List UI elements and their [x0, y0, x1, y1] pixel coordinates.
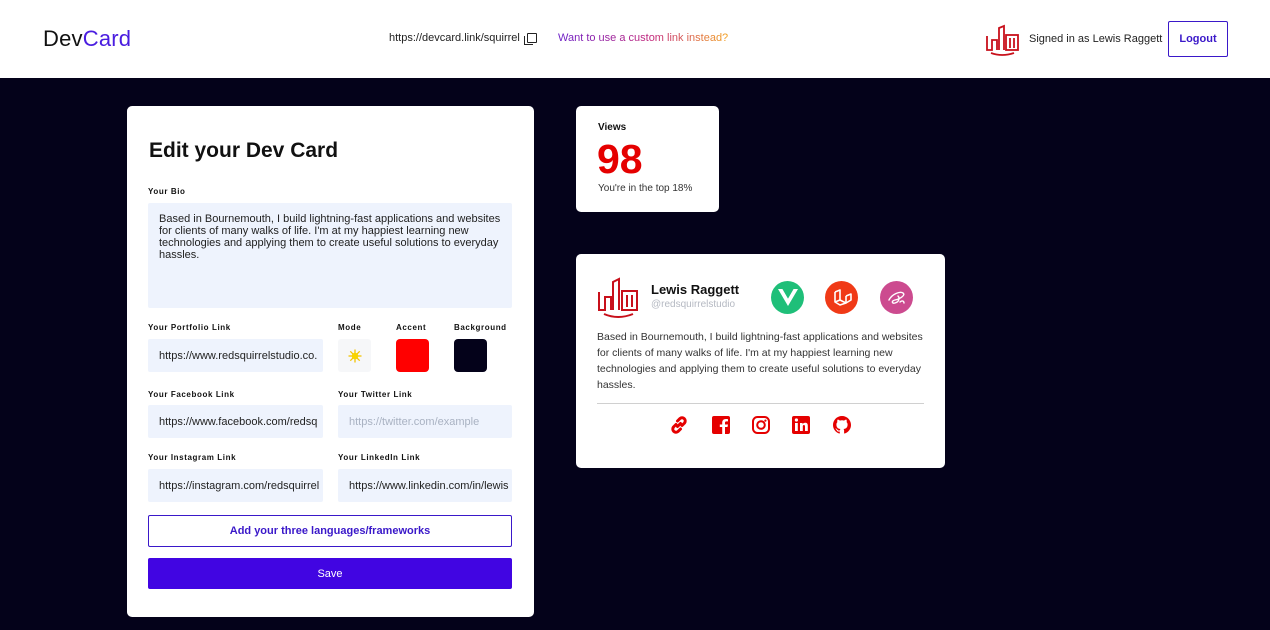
save-button[interactable]: Save: [148, 558, 512, 589]
linkedin-input[interactable]: https://www.linkedin.com/in/lewis: [338, 469, 512, 502]
vue-icon: [771, 281, 804, 314]
views-rank-text: You're in the top 18%: [598, 183, 693, 194]
preview-name: Lewis Raggett: [651, 282, 740, 297]
facebook-icon[interactable]: [710, 414, 732, 436]
laravel-icon: [825, 281, 858, 314]
facebook-input[interactable]: https://www.facebook.com/redsq: [148, 405, 323, 438]
portfolio-label: Your Portfolio Link: [148, 323, 231, 332]
facebook-label: Your Facebook Link: [148, 390, 235, 399]
card-link-display[interactable]: https://devcard.link/squirrel: [389, 32, 537, 45]
background-color-swatch[interactable]: [454, 339, 487, 372]
accent-color-swatch[interactable]: [396, 339, 429, 372]
twitter-input[interactable]: https://twitter.com/example: [338, 405, 512, 438]
logout-button[interactable]: Logout: [1168, 21, 1228, 57]
portfolio-input[interactable]: https://www.redsquirrelstudio.co.: [148, 339, 323, 372]
link-icon[interactable]: [668, 414, 690, 436]
preview-handle: @redsquirrelstudio: [651, 299, 736, 310]
mode-toggle[interactable]: [338, 339, 371, 372]
background-label: Background: [454, 323, 507, 332]
devcard-logo[interactable]: DevCard: [43, 26, 131, 52]
views-count: 98: [597, 136, 643, 182]
dev-card-preview: Lewis Raggett @redsquirrelstudio Based i…: [576, 254, 945, 468]
logo-card-text: Card: [82, 26, 132, 51]
accent-label: Accent: [396, 323, 427, 332]
top-navbar: DevCard https://devcard.link/squirrel Wa…: [0, 0, 1270, 78]
add-languages-button[interactable]: Add your three languages/frameworks: [148, 515, 512, 547]
sun-icon: [348, 349, 361, 362]
bio-label: Your Bio: [148, 187, 186, 196]
edit-card-panel: Edit your Dev Card Your Bio Based in Bou…: [127, 106, 534, 617]
instagram-input[interactable]: https://instagram.com/redsquirrel: [148, 469, 323, 502]
views-card: Views 98 You're in the top 18%: [576, 106, 719, 212]
preview-divider: [597, 403, 924, 404]
custom-link-prompt[interactable]: Want to use a custom link instead?: [558, 32, 728, 44]
sass-icon: [880, 281, 913, 314]
preview-avatar-icon: [598, 277, 638, 318]
github-icon[interactable]: [831, 414, 853, 436]
instagram-icon[interactable]: [750, 414, 772, 436]
logo-dev-text: Dev: [43, 26, 83, 51]
user-avatar-icon: [986, 24, 1019, 56]
copy-icon[interactable]: [523, 32, 537, 45]
signed-in-text: Signed in as Lewis Raggett: [1029, 33, 1163, 45]
linkedin-label: Your LinkedIn Link: [338, 453, 421, 462]
views-label: Views: [598, 122, 627, 133]
edit-title: Edit your Dev Card: [149, 139, 339, 162]
mode-label: Mode: [338, 323, 362, 332]
bio-textarea[interactable]: Based in Bournemouth, I build lightning-…: [148, 203, 512, 308]
card-link-text: https://devcard.link/squirrel: [389, 32, 520, 44]
instagram-label: Your Instagram Link: [148, 453, 237, 462]
preview-bio: Based in Bournemouth, I build lightning-…: [597, 331, 923, 391]
linkedin-icon[interactable]: [790, 414, 812, 436]
twitter-label: Your Twitter Link: [338, 390, 413, 399]
